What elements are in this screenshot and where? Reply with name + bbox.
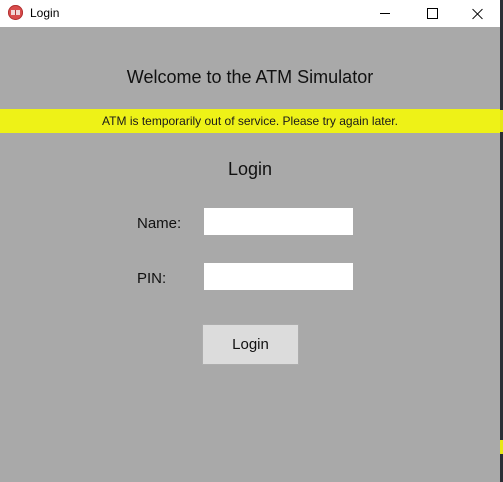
window-title: Login [30, 6, 60, 20]
maximize-icon [426, 8, 438, 19]
name-input[interactable] [204, 208, 353, 235]
pin-input[interactable] [204, 263, 353, 290]
name-label: Name: [137, 215, 182, 232]
close-button[interactable] [455, 0, 501, 27]
login-button[interactable]: Login [202, 324, 299, 365]
maximize-button[interactable] [409, 0, 455, 27]
pin-label: PIN: [137, 270, 167, 287]
login-heading: Login [227, 159, 273, 179]
welcome-title: Welcome to the ATM Simulator [126, 67, 374, 87]
minimize-button[interactable] [362, 0, 408, 27]
title-bar[interactable]: Login [0, 0, 500, 27]
minimize-icon [380, 13, 390, 14]
atm-app-icon [8, 5, 23, 20]
login-window: Login Welcome to the ATM Simulator ATM i… [0, 0, 503, 482]
out-of-service-banner: ATM is temporarily out of service. Pleas… [0, 109, 500, 133]
close-icon [472, 8, 484, 20]
